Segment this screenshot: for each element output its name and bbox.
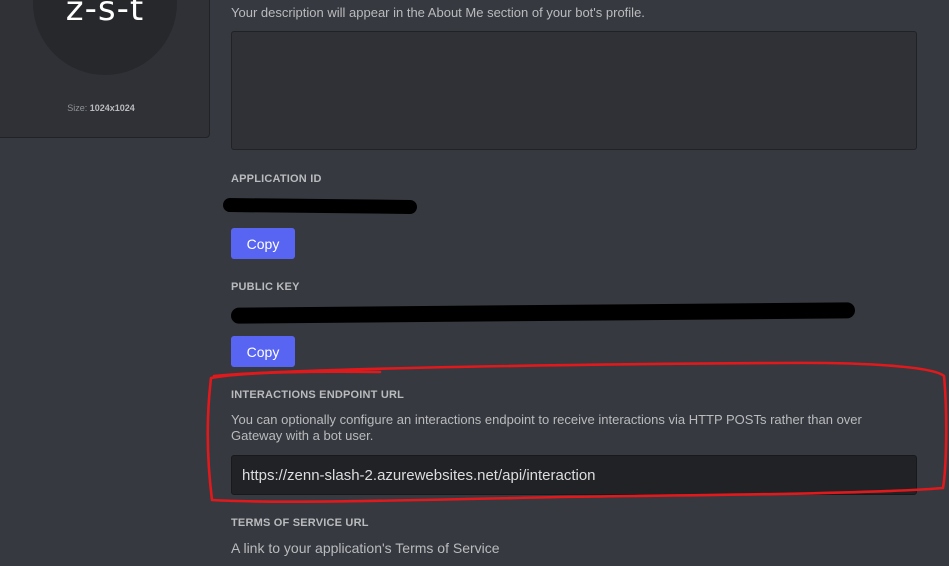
application-id-value-redacted	[222, 197, 418, 215]
avatar-size-value: 1024x1024	[89, 103, 135, 113]
terms-of-service-hint: A link to your application's Terms of Se…	[231, 540, 500, 556]
copy-application-id-button[interactable]: Copy	[231, 228, 295, 259]
terms-of-service-label: TERMS OF SERVICE URL	[231, 517, 369, 529]
interactions-endpoint-label: INTERACTIONS ENDPOINT URL	[231, 389, 405, 401]
copy-public-key-button[interactable]: Copy	[231, 336, 295, 367]
public-key-label: PUBLIC KEY	[231, 281, 300, 293]
public-key-value-redacted	[230, 302, 856, 324]
avatar-card: z-s-t Size: 1024x1024	[0, 0, 210, 138]
interactions-endpoint-value: https://zenn-slash-2.azurewebsites.net/a…	[242, 466, 596, 484]
description-textarea[interactable]	[231, 31, 917, 150]
avatar-initials: z-s-t	[65, 0, 145, 29]
interactions-endpoint-hint: You can optionally configure an interact…	[231, 412, 862, 443]
app-settings-page: z-s-t Size: 1024x1024 Your description w…	[0, 0, 949, 566]
application-id-label: APPLICATION ID	[231, 173, 322, 185]
avatar-size-hint: Size: 1024x1024	[0, 103, 211, 113]
description-hint: Your description will appear in the Abou…	[231, 5, 645, 20]
avatar[interactable]: z-s-t	[33, 0, 177, 75]
interactions-endpoint-input[interactable]: https://zenn-slash-2.azurewebsites.net/a…	[231, 455, 917, 495]
avatar-size-prefix: Size:	[67, 103, 88, 113]
